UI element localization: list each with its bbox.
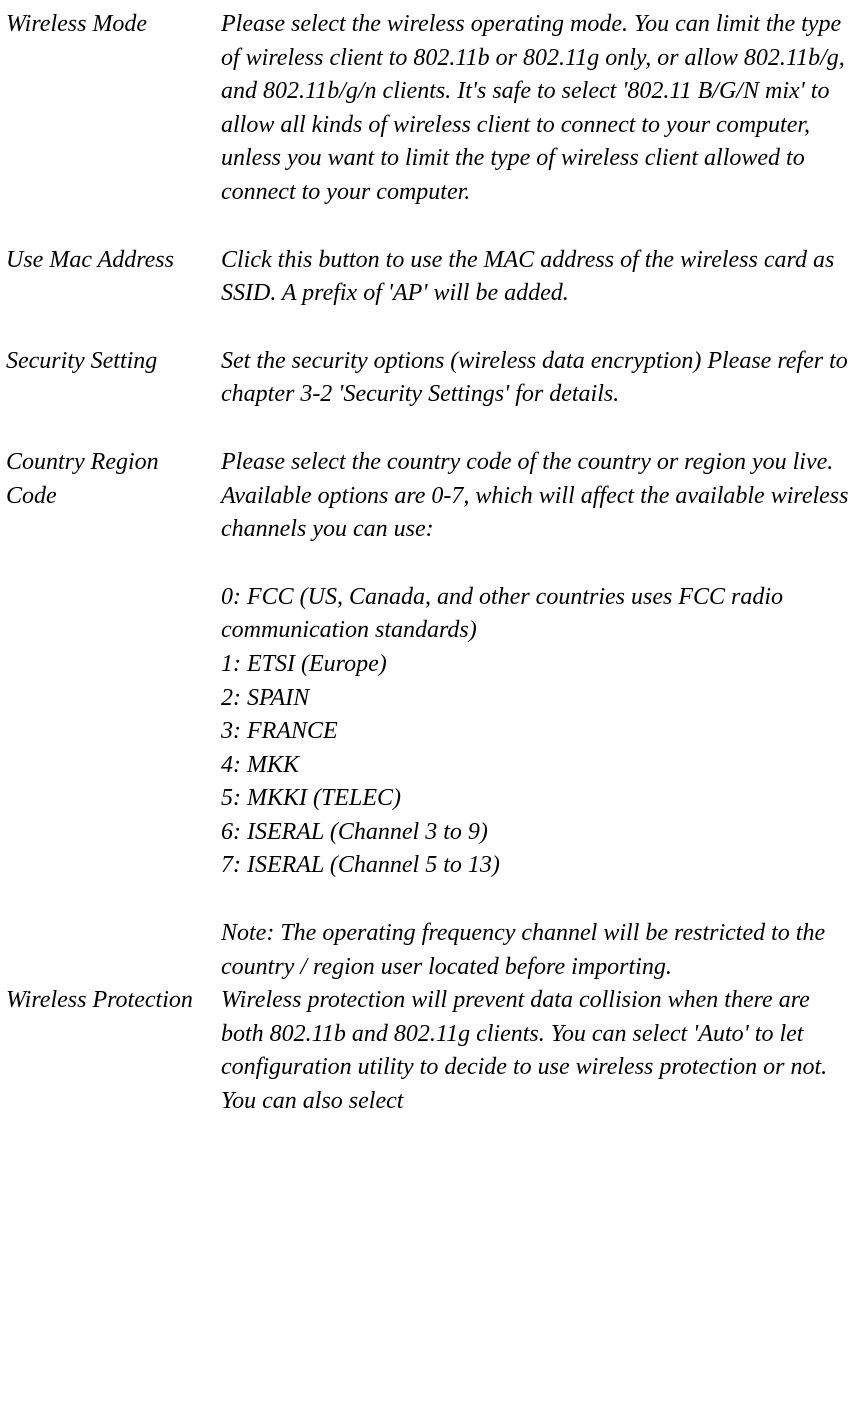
document-page: Wireless Mode Please select the wireless… — [0, 0, 864, 1127]
country-code-4: 4: MKK — [221, 749, 858, 783]
label-wireless-mode: Wireless Mode — [6, 8, 221, 42]
country-code-5: 5: MKKI (TELEC) — [221, 782, 858, 816]
country-intro: Please select the country code of the co… — [221, 446, 858, 547]
label-wireless-protection: Wireless Protection — [6, 984, 221, 1018]
spacer — [221, 883, 858, 917]
country-code-1: 1: ETSI (Europe) — [221, 648, 858, 682]
row-security-setting: Security Setting Set the security option… — [6, 345, 858, 412]
desc-country-region-code: Please select the country code of the co… — [221, 446, 858, 984]
spacer — [221, 547, 858, 581]
row-use-mac-address: Use Mac Address Click this button to use… — [6, 244, 858, 311]
row-wireless-protection: Wireless Protection Wireless protection … — [6, 984, 858, 1118]
desc-wireless-mode: Please select the wireless operating mod… — [221, 8, 858, 210]
label-use-mac-address: Use Mac Address — [6, 244, 221, 278]
country-code-0: 0: FCC (US, Canada, and other countries … — [221, 581, 858, 648]
label-security-setting: Security Setting — [6, 345, 221, 379]
spacer — [6, 210, 858, 244]
country-code-3: 3: FRANCE — [221, 715, 858, 749]
country-note: Note: The operating frequency channel wi… — [221, 917, 858, 984]
country-code-6: 6: ISERAL (Channel 3 to 9) — [221, 816, 858, 850]
desc-security-setting: Set the security options (wireless data … — [221, 345, 858, 412]
spacer — [6, 412, 858, 446]
desc-wireless-protection: Wireless protection will prevent data co… — [221, 984, 858, 1118]
row-wireless-mode: Wireless Mode Please select the wireless… — [6, 8, 858, 210]
label-country-region-code: Country Region Code — [6, 446, 221, 513]
country-code-7: 7: ISERAL (Channel 5 to 13) — [221, 849, 858, 883]
desc-use-mac-address: Click this button to use the MAC address… — [221, 244, 858, 311]
row-country-region-code: Country Region Code Please select the co… — [6, 446, 858, 984]
spacer — [6, 311, 858, 345]
country-code-2: 2: SPAIN — [221, 682, 858, 716]
